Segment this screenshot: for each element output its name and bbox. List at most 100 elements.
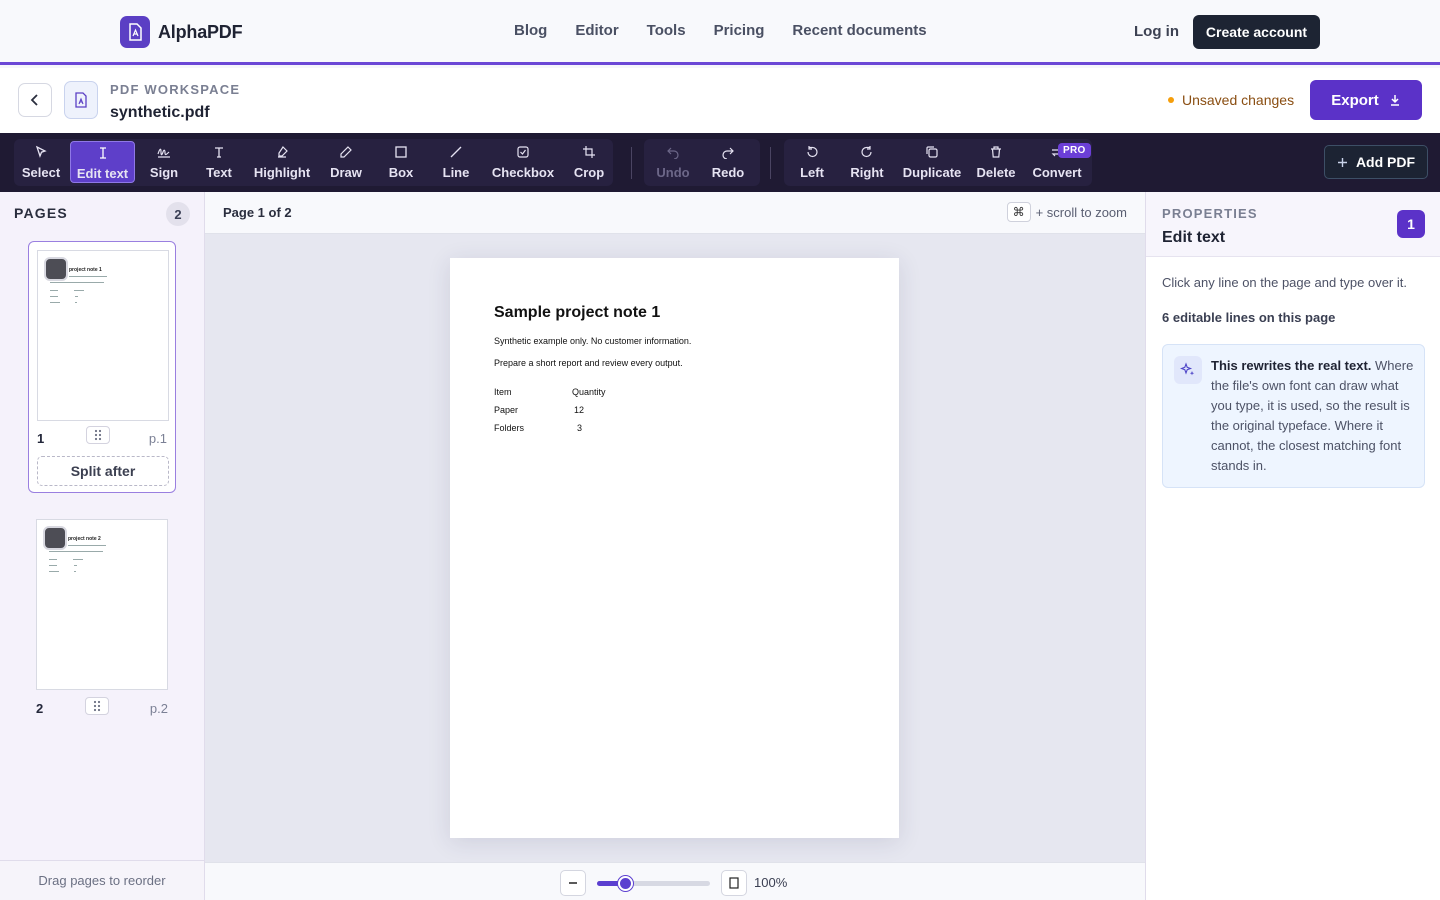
- unsaved-label: Unsaved changes: [1182, 92, 1295, 108]
- editor-toolbar: Select Edit text Sign Text Highlight Dra…: [0, 133, 1440, 192]
- login-link[interactable]: Log in: [1134, 23, 1179, 40]
- zoom-hint-text: + scroll to zoom: [1035, 204, 1127, 220]
- table-cell[interactable]: 3: [577, 423, 582, 433]
- tool-rotate-left[interactable]: Left: [789, 141, 835, 183]
- add-pdf-button[interactable]: Add PDF: [1324, 145, 1428, 179]
- tool-label: Left: [800, 165, 824, 180]
- properties-description: Click any line on the page and type over…: [1162, 275, 1407, 290]
- toolbar-divider: [770, 147, 771, 179]
- thumbnail-line: [50, 302, 60, 303]
- tool-redo[interactable]: Redo: [705, 141, 751, 183]
- tool-checkbox[interactable]: Checkbox: [488, 141, 558, 183]
- editable-lines-count: 6 editable lines on this page: [1162, 310, 1336, 325]
- tool-label: Right: [850, 165, 884, 180]
- tool-delete[interactable]: Delete: [973, 141, 1019, 183]
- text-icon: [212, 141, 226, 163]
- copy-icon: [925, 141, 939, 163]
- table-header[interactable]: Quantity: [572, 387, 606, 397]
- tool-duplicate[interactable]: Duplicate: [899, 141, 965, 183]
- split-after-button[interactable]: Split after: [37, 456, 169, 486]
- toolbar-divider: [631, 147, 632, 179]
- tool-rotate-right[interactable]: Right: [844, 141, 890, 183]
- page-preview: project note 2: [36, 519, 168, 690]
- page-label: p.2: [149, 701, 168, 716]
- canvas-header: Page 1 of 2 ⌘ + scroll to zoom: [205, 192, 1145, 234]
- page-thumbnail-1[interactable]: project note 1 1 p.1 Split after: [28, 241, 176, 493]
- create-account-button[interactable]: Create account: [1193, 15, 1320, 49]
- thumbnail-title: project note 1: [69, 267, 102, 273]
- line-icon: [449, 141, 463, 163]
- zoom-hint: ⌘ + scroll to zoom: [1006, 202, 1127, 222]
- table-cell[interactable]: Paper: [494, 405, 518, 415]
- checkbox-icon: [516, 141, 530, 163]
- rotate-right-icon: [860, 141, 874, 163]
- page-label: p.1: [148, 431, 167, 446]
- add-pdf-label: Add PDF: [1355, 154, 1416, 170]
- nav-tools[interactable]: Tools: [647, 22, 686, 39]
- tool-select[interactable]: Select: [14, 141, 68, 183]
- zoom-out-button[interactable]: [560, 870, 586, 896]
- thumbnail-line: [74, 565, 77, 566]
- document-line[interactable]: Synthetic example only. No customer info…: [494, 336, 691, 346]
- tool-edit-text[interactable]: Edit text: [70, 141, 135, 183]
- fit-page-button[interactable]: [721, 870, 747, 896]
- rotate-left-icon: [805, 141, 819, 163]
- pages-count-badge: 2: [166, 202, 190, 226]
- thumbnail-line: [50, 282, 104, 283]
- tool-text[interactable]: Text: [193, 141, 245, 183]
- tool-sign[interactable]: Sign: [138, 141, 190, 183]
- table-header[interactable]: Item: [494, 387, 512, 397]
- tool-label: Select: [21, 165, 61, 180]
- brand-logo[interactable]: AlphaPDF: [120, 16, 243, 48]
- tool-line[interactable]: Line: [433, 141, 479, 183]
- pencil-icon: [339, 141, 353, 163]
- drag-handle-icon[interactable]: [85, 697, 109, 715]
- signature-icon: [156, 141, 172, 163]
- highlighter-icon: [275, 141, 289, 163]
- tool-label: Delete: [976, 165, 1016, 180]
- properties-label: PROPERTIES: [1162, 206, 1258, 221]
- zoom-slider-handle[interactable]: [617, 876, 633, 891]
- thumbnail-image: [43, 526, 67, 550]
- thumbnail-line: [49, 565, 57, 566]
- tool-label: Duplicate: [902, 165, 962, 180]
- zoom-value: 100%: [754, 875, 788, 890]
- thumbnail-line: [69, 276, 107, 277]
- page-thumbnail-2[interactable]: project note 2 2 p.2: [28, 511, 176, 721]
- document-line[interactable]: Prepare a short report and review every …: [494, 358, 683, 368]
- thumbnail-line: [74, 571, 76, 572]
- tool-highlight[interactable]: Highlight: [250, 141, 314, 183]
- table-cell[interactable]: Folders: [494, 423, 524, 433]
- zoom-slider[interactable]: [597, 876, 710, 891]
- properties-panel: PROPERTIES Edit text 1 Click any line on…: [1145, 192, 1440, 900]
- drag-handle-icon[interactable]: [86, 426, 110, 444]
- tool-label: Text: [206, 165, 232, 180]
- tool-draw[interactable]: Draw: [322, 141, 370, 183]
- text-cursor-icon: [96, 142, 110, 164]
- workspace-label: PDF WORKSPACE: [110, 82, 241, 97]
- nav-pricing[interactable]: Pricing: [714, 22, 765, 39]
- tool-crop[interactable]: Crop: [566, 141, 612, 183]
- properties-badge: 1: [1397, 210, 1425, 238]
- thumbnail-line: [50, 290, 58, 291]
- nav-blog[interactable]: Blog: [514, 22, 547, 39]
- file-icon: [64, 81, 98, 119]
- tool-undo[interactable]: Undo: [650, 141, 696, 183]
- thumbnail-line: [49, 571, 59, 572]
- page-number: 1: [37, 431, 45, 446]
- export-button[interactable]: Export: [1310, 80, 1422, 120]
- undo-icon: [666, 141, 680, 163]
- back-button[interactable]: [18, 83, 52, 117]
- thumbnail-title: project note 2: [68, 536, 101, 542]
- document-title[interactable]: Sample project note 1: [494, 304, 660, 322]
- table-cell[interactable]: 12: [574, 405, 584, 415]
- tool-box[interactable]: Box: [378, 141, 424, 183]
- pdf-page[interactable]: Sample project note 1 Synthetic example …: [450, 258, 899, 838]
- tool-label: Highlight: [253, 165, 311, 180]
- nav-recent-documents[interactable]: Recent documents: [792, 22, 926, 39]
- pdf-file-icon: [120, 16, 150, 48]
- properties-header: PROPERTIES Edit text 1: [1146, 192, 1440, 257]
- square-icon: [394, 141, 408, 163]
- nav-editor[interactable]: Editor: [575, 22, 618, 39]
- info-text: This rewrites the real text. Where the f…: [1211, 356, 1421, 476]
